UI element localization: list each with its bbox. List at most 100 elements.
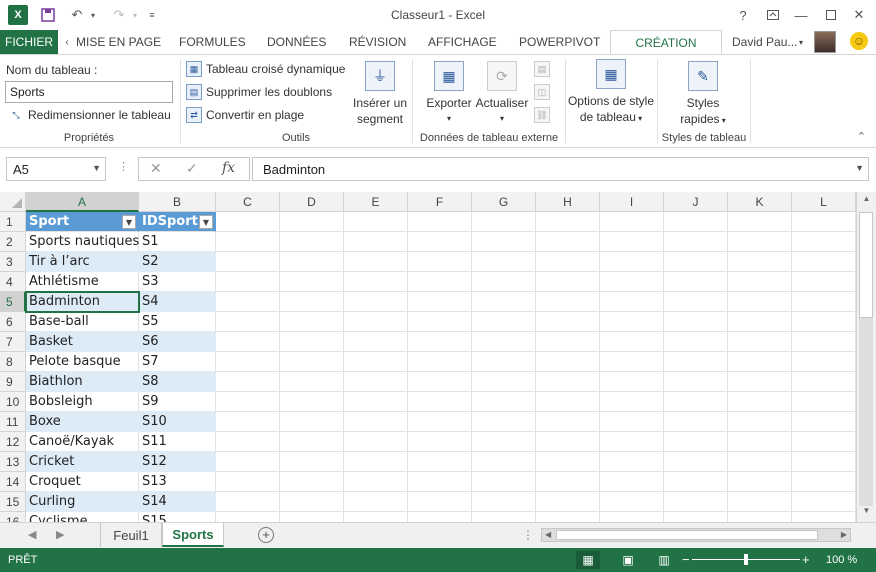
grid-cell[interactable]	[664, 372, 728, 392]
grid-cell[interactable]	[344, 332, 408, 352]
worksheet-grid[interactable]: A B C D E F G H I J K L 1 Sport ▼ IDSport ▼ 2 Sports nauti…	[0, 192, 856, 522]
grid-cell[interactable]	[600, 292, 664, 312]
column-header-b[interactable]: B	[139, 192, 216, 212]
grid-cell[interactable]	[728, 472, 792, 492]
grid-cell[interactable]	[408, 292, 472, 312]
grid-cell[interactable]	[344, 372, 408, 392]
table-style-options-button[interactable]: ▦ Options de style de tableau ▾	[566, 59, 656, 127]
row-header[interactable]: 8	[0, 352, 26, 372]
grid-cell[interactable]	[472, 452, 536, 472]
grid-cell[interactable]	[280, 352, 344, 372]
confirm-icon[interactable]: ✓	[186, 160, 198, 177]
table-cell[interactable]: Cricket	[26, 452, 139, 472]
row-header[interactable]: 2	[0, 232, 26, 252]
grid-cell[interactable]	[344, 492, 408, 512]
tab-view[interactable]: AFFICHAGE	[428, 30, 497, 54]
column-header-e[interactable]: E	[344, 192, 408, 212]
grid-cell[interactable]	[344, 412, 408, 432]
table-cell[interactable]: Athlétisme	[26, 272, 139, 292]
grid-cell[interactable]	[344, 272, 408, 292]
row-header[interactable]: 4	[0, 272, 26, 292]
table-cell[interactable]: Croquet	[26, 472, 139, 492]
grid-cell[interactable]	[728, 272, 792, 292]
page-layout-view-icon[interactable]: ▣	[616, 551, 640, 569]
grid-cell[interactable]	[664, 452, 728, 472]
collapse-ribbon-icon[interactable]: ⌃	[857, 130, 866, 143]
grid-cell[interactable]	[472, 252, 536, 272]
table-cell[interactable]: S14	[139, 492, 216, 512]
page-break-view-icon[interactable]: ▥	[652, 551, 676, 569]
grid-cell[interactable]	[472, 232, 536, 252]
grid-cell[interactable]	[536, 332, 600, 352]
table-cell[interactable]: S10	[139, 412, 216, 432]
grid-cell[interactable]	[408, 272, 472, 292]
grid-cell[interactable]	[536, 432, 600, 452]
grid-cell[interactable]	[216, 512, 280, 522]
table-cell[interactable]: Canoë/Kayak	[26, 432, 139, 452]
column-header-k[interactable]: K	[728, 192, 792, 212]
grid-cell[interactable]	[792, 512, 856, 522]
user-name[interactable]: David Pau...	[732, 35, 806, 49]
grid-cell[interactable]	[728, 452, 792, 472]
grid-cell[interactable]	[600, 212, 664, 232]
grid-cell[interactable]	[536, 392, 600, 412]
grid-cell[interactable]	[280, 332, 344, 352]
grid-cell[interactable]	[344, 512, 408, 522]
table-cell[interactable]: Pelote basque	[26, 352, 139, 372]
grid-cell[interactable]	[600, 372, 664, 392]
grid-cell[interactable]	[600, 312, 664, 332]
grid-cell[interactable]	[216, 392, 280, 412]
scroll-down-icon[interactable]: ▼	[857, 506, 876, 520]
grid-cell[interactable]	[536, 472, 600, 492]
grid-cell[interactable]	[664, 272, 728, 292]
grid-cell[interactable]	[216, 292, 280, 312]
table-cell[interactable]: Boxe	[26, 412, 139, 432]
grid-cell[interactable]	[408, 232, 472, 252]
sheet-tab-sports[interactable]: Sports	[162, 523, 224, 547]
grid-cell[interactable]	[216, 312, 280, 332]
grid-cell[interactable]	[280, 252, 344, 272]
formula-bar-grip-icon[interactable]: ⋮	[118, 160, 129, 173]
vertical-scroll-track[interactable]	[859, 318, 873, 506]
grid-cell[interactable]	[344, 312, 408, 332]
grid-cell[interactable]	[280, 232, 344, 252]
row-header[interactable]: 10	[0, 392, 26, 412]
pivot-table-button[interactable]: ▦ Tableau croisé dynamique	[186, 59, 345, 79]
grid-cell[interactable]	[536, 232, 600, 252]
grid-cell[interactable]	[792, 472, 856, 492]
formula-input[interactable]: Badminton ▼	[252, 157, 869, 181]
expand-formula-bar-icon[interactable]: ▼	[855, 163, 864, 173]
grid-cell[interactable]	[536, 452, 600, 472]
tab-design[interactable]: CRÉATION	[610, 30, 722, 55]
table-cell[interactable]: S9	[139, 392, 216, 412]
grid-cell[interactable]	[728, 312, 792, 332]
name-box-dropdown-icon[interactable]: ▼	[92, 163, 101, 173]
horizontal-scrollbar[interactable]: ◀ ▶	[541, 528, 851, 542]
select-all-corner[interactable]	[0, 192, 26, 212]
row-header[interactable]: 14	[0, 472, 26, 492]
grid-cell[interactable]	[600, 412, 664, 432]
grid-cell[interactable]	[792, 272, 856, 292]
column-header-h[interactable]: H	[536, 192, 600, 212]
grid-cell[interactable]	[216, 372, 280, 392]
tab-formulas[interactable]: FORMULES	[179, 30, 246, 54]
tab-data[interactable]: DONNÉES	[267, 30, 326, 54]
grid-cell[interactable]	[280, 372, 344, 392]
table-cell[interactable]: Curling	[26, 492, 139, 512]
grid-cell[interactable]	[664, 392, 728, 412]
grid-cell[interactable]	[600, 472, 664, 492]
sheet-tab-feuil1[interactable]: Feuil1	[100, 523, 162, 547]
grid-cell[interactable]	[472, 332, 536, 352]
grid-cell[interactable]	[664, 472, 728, 492]
horizontal-scroll-thumb[interactable]	[556, 530, 818, 540]
grid-cell[interactable]	[664, 412, 728, 432]
table-cell[interactable]: Badminton	[25, 291, 140, 313]
maximize-button[interactable]	[818, 4, 844, 26]
grid-cell[interactable]	[600, 272, 664, 292]
table-cell[interactable]: Basket	[26, 332, 139, 352]
table-cell[interactable]: S3	[139, 272, 216, 292]
grid-cell[interactable]	[216, 232, 280, 252]
zoom-out-icon[interactable]: −	[682, 552, 690, 567]
vertical-scroll-thumb[interactable]	[859, 212, 873, 318]
insert-function-icon[interactable]: fx	[222, 160, 235, 176]
